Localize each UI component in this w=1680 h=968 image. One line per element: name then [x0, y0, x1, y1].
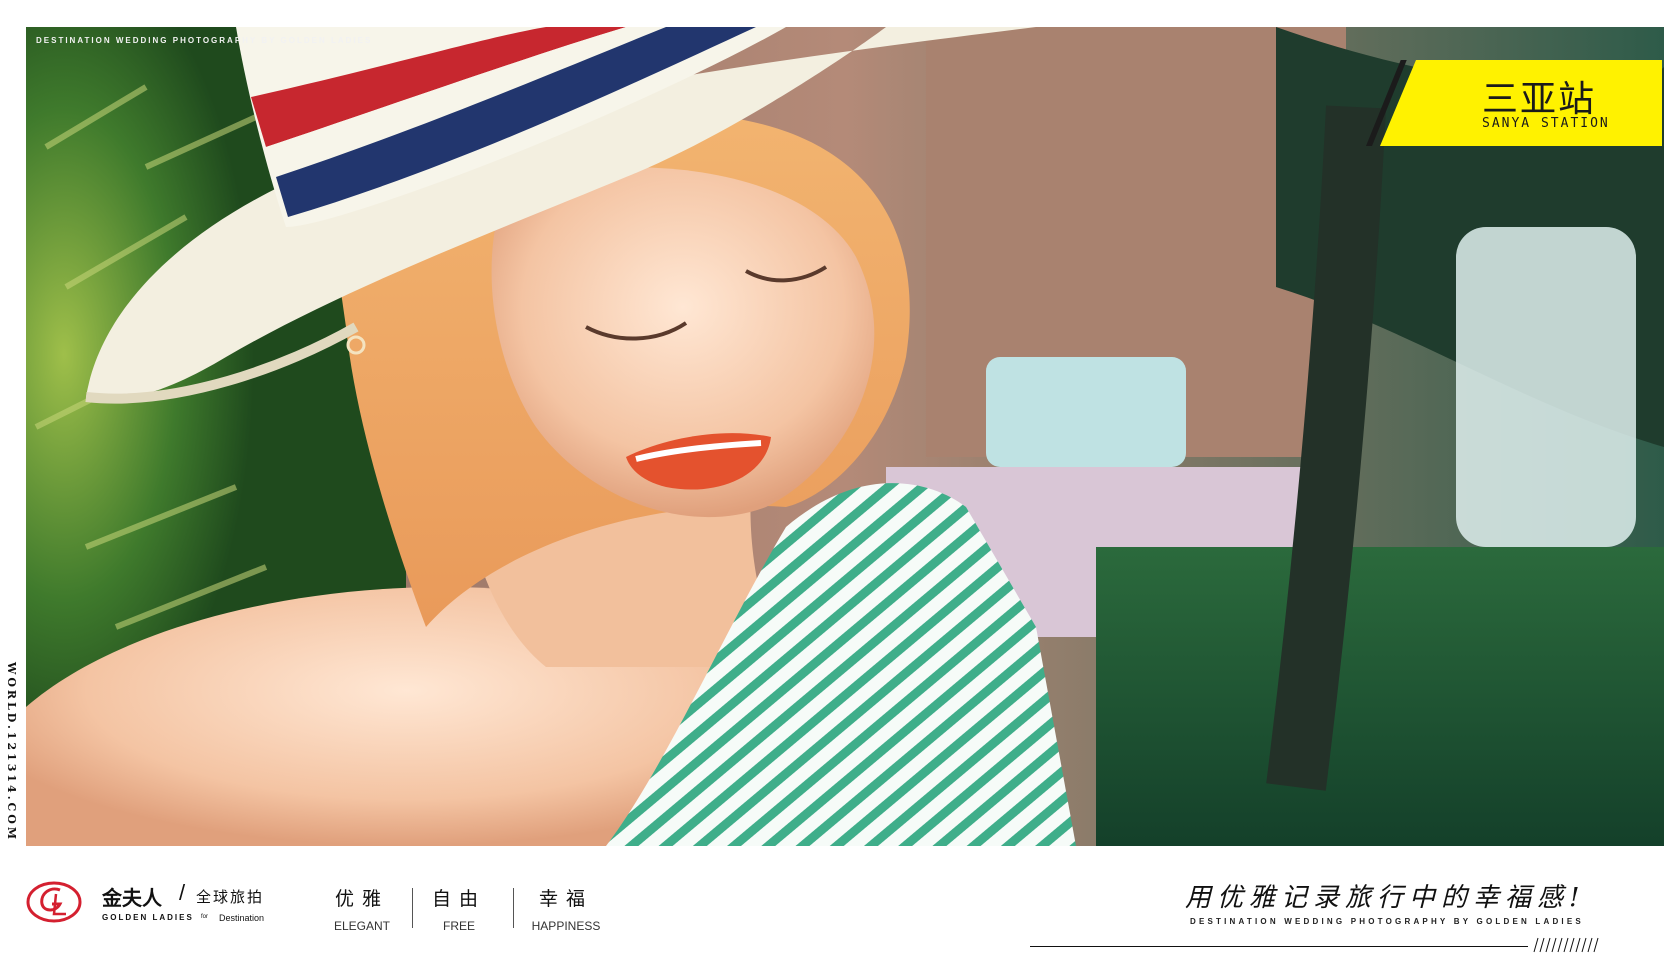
value-free: 自由 FREE: [424, 884, 494, 933]
station-badge: 三亚站 SANYA STATION: [1352, 60, 1662, 146]
portrait-photo: [26, 27, 1664, 846]
brand-destination: Destination: [219, 913, 265, 923]
station-name-en: SANYA STATION: [1482, 116, 1610, 131]
slogan: 用优雅记录旅行中的幸福感!: [1185, 883, 1586, 913]
value-elegant: 优雅 ELEGANT: [322, 884, 402, 933]
value-divider: [412, 888, 413, 928]
value-en: ELEGANT: [333, 919, 390, 933]
brand-subtitle: 全球旅拍: [196, 888, 265, 906]
value-zh: 幸福: [538, 888, 593, 910]
side-url: WORLD.121314.COM: [5, 662, 18, 843]
golden-ladies-logo-icon: [26, 881, 82, 923]
hatch-marks-icon: [1533, 937, 1599, 953]
value-zh: 自由: [431, 888, 486, 910]
hero-photo: [26, 27, 1664, 846]
slogan-en: DESTINATION WEDDING PHOTOGRAPHY BY GOLDE…: [1190, 917, 1584, 926]
value-en: FREE: [442, 919, 475, 933]
brand-name: 金夫人: [102, 886, 162, 910]
value-divider: [513, 888, 514, 928]
footer-rule: [1030, 946, 1528, 947]
value-happiness: 幸福 HAPPINESS: [526, 884, 606, 933]
value-en: HAPPINESS: [531, 919, 601, 933]
brand-for: for: [201, 914, 209, 920]
value-zh: 优雅: [334, 888, 389, 910]
photo-caption: DESTINATION WEDDING PHOTOGRAPHY BY GOLDE…: [36, 36, 373, 45]
station-name: 三亚站: [1482, 79, 1597, 120]
brand-name-en: GOLDEN LADIES: [102, 913, 194, 922]
brand-separator: /: [179, 880, 186, 905]
